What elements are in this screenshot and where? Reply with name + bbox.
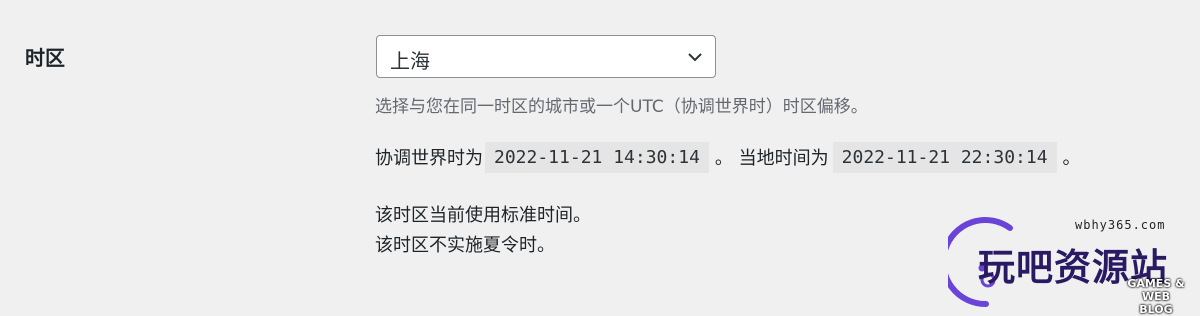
local-time-value: 2022-11-21 22:30:14 bbox=[832, 141, 1057, 173]
local-time-prefix: 。 当地时间为 bbox=[714, 148, 829, 169]
dst-status-standard: 该时区当前使用标准时间。 bbox=[375, 205, 591, 226]
time-readout-end: 。 bbox=[1062, 148, 1081, 169]
chevron-down-icon bbox=[687, 50, 703, 64]
utc-time-prefix: 协调世界时为 bbox=[375, 148, 483, 169]
timezone-help-text: 选择与您在同一时区的城市或一个UTC（协调世界时）时区偏移。 bbox=[375, 97, 868, 117]
timezone-select[interactable]: 上海 bbox=[376, 35, 716, 78]
watermark-tagline-top: GAMES & WEB bbox=[1127, 277, 1185, 303]
watermark-tagline: GAMES & WEB BLOG bbox=[1124, 277, 1188, 316]
watermark-url: wbhy365.com bbox=[1075, 218, 1166, 232]
time-readout: 协调世界时为 2022-11-21 14:30:14 。 当地时间为 2022-… bbox=[375, 140, 1083, 174]
timezone-label: 时区 bbox=[25, 46, 65, 70]
timezone-select-value: 上海 bbox=[390, 49, 430, 73]
dst-status-none: 该时区不实施夏令时。 bbox=[375, 235, 555, 256]
utc-time-value: 2022-11-21 14:30:14 bbox=[485, 141, 709, 173]
watermark-tagline-bottom: BLOG bbox=[1139, 303, 1173, 316]
